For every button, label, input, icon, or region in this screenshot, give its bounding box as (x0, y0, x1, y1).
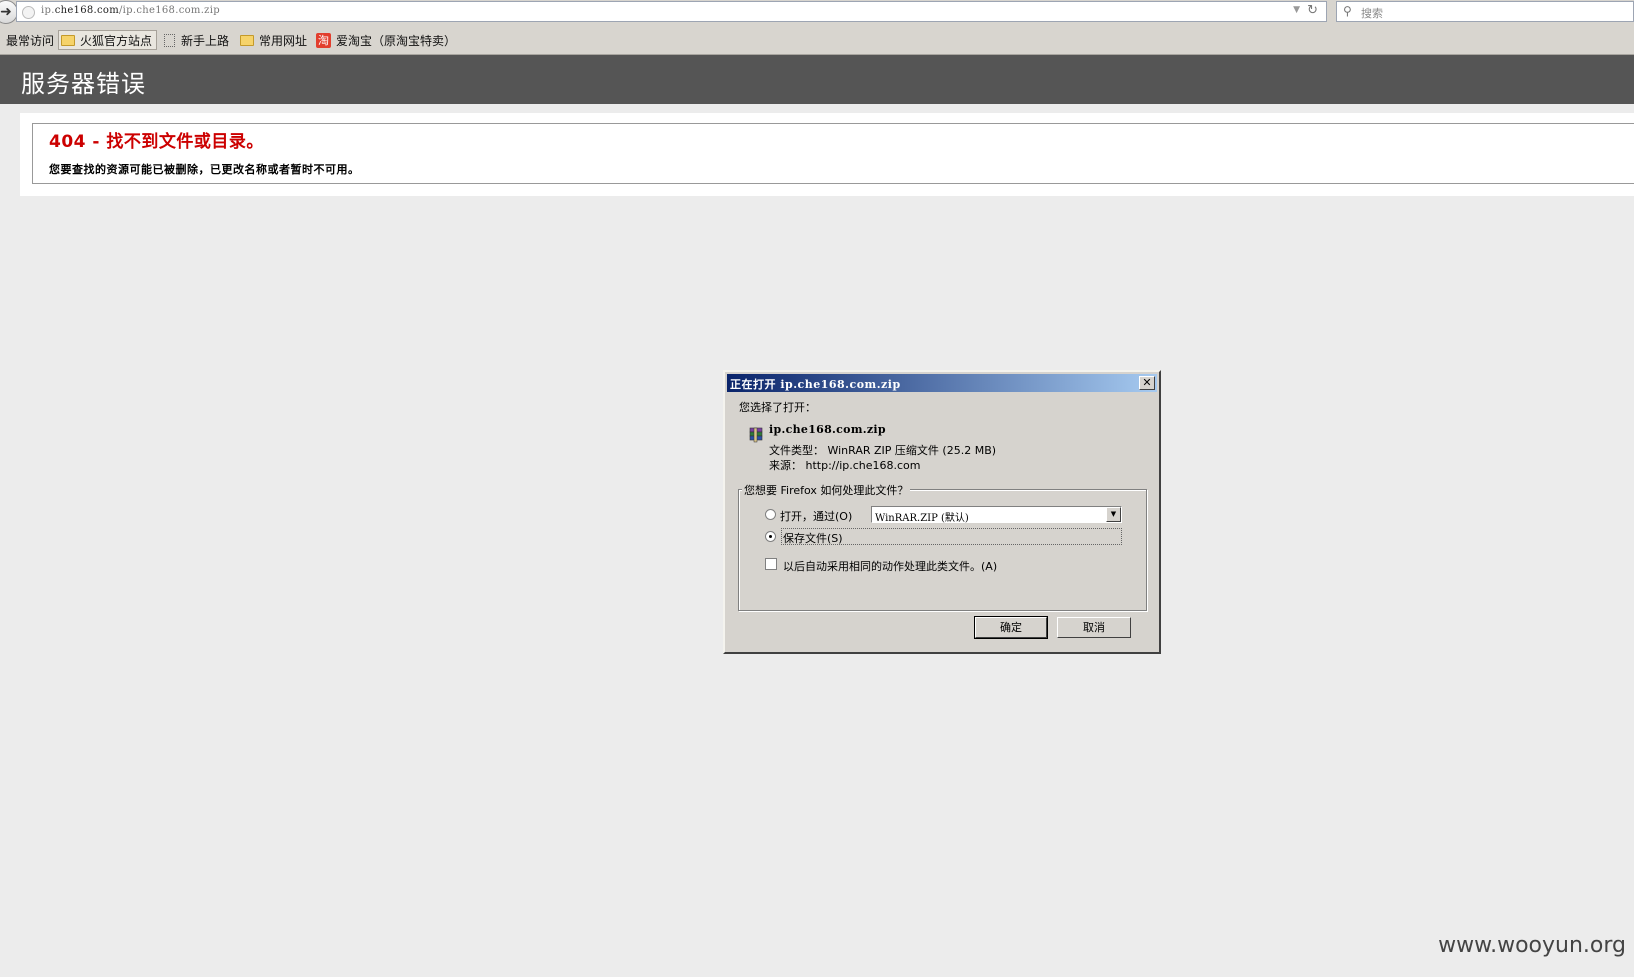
back-arrow-icon: ➜ (0, 4, 12, 20)
taobao-icon: 淘 (316, 32, 331, 48)
dialog-titlebar[interactable]: 正在打开 ip.che168.com.zip ✕ (727, 374, 1157, 392)
error-description: 您要查找的资源可能已被删除，已更改名称或者暂时不可用。 (49, 163, 360, 176)
folder-icon (240, 34, 254, 46)
close-icon: ✕ (1142, 376, 1152, 389)
open-file-dialog: 正在打开 ip.che168.com.zip ✕ 您选择了打开： ip.che1… (723, 370, 1161, 654)
open-with-value: WinRAR.ZIP (默认) (875, 513, 969, 524)
bookmark-label: 火狐官方站点 (80, 33, 153, 48)
site-identity-icon[interactable] (22, 6, 35, 19)
page-header: 服务器错误 (0, 55, 1634, 104)
error-panel: 404 - 找不到文件或目录。 您要查找的资源可能已被删除，已更改名称或者暂时不… (20, 113, 1634, 196)
winrar-archive-icon (749, 427, 763, 443)
close-button[interactable]: ✕ (1139, 376, 1155, 390)
url-text: ip.che168.com/ip.che168.com.zip (41, 5, 220, 16)
error-title: 404 - 找不到文件或目录。 (49, 132, 264, 152)
chevron-down-icon[interactable]: ▼ (1106, 507, 1121, 522)
file-source: 来源： http://ip.che168.com (769, 459, 921, 472)
open-with-radio[interactable] (765, 509, 776, 520)
search-icon[interactable]: ⚲ (1343, 4, 1352, 18)
search-bar[interactable]: ⚲ 搜索 (1336, 1, 1634, 22)
error-fieldset: 404 - 找不到文件或目录。 您要查找的资源可能已被删除，已更改名称或者暂时不… (32, 123, 1634, 184)
bookmark-common-sites[interactable]: 常用网址 (240, 31, 307, 49)
open-with-label[interactable]: 打开，通过(O) (780, 508, 852, 524)
bookmark-label: 爱淘宝（原淘宝特卖） (336, 33, 457, 48)
ok-button[interactable]: 确定 (974, 616, 1048, 639)
page-title: 服务器错误 (21, 70, 146, 98)
save-file-label[interactable]: 保存文件(S) (783, 530, 843, 546)
bookmark-ai-taobao[interactable]: 淘 爱淘宝（原淘宝特卖） (316, 31, 456, 49)
open-with-select[interactable]: WinRAR.ZIP (默认) ▼ (871, 506, 1122, 524)
bookmark-firefox-official[interactable]: 火狐官方站点 (58, 30, 158, 50)
bookmark-label: 最常访问 (6, 33, 55, 48)
reload-icon[interactable]: ↻ (1307, 3, 1318, 18)
auto-action-label[interactable]: 以后自动采用相同的动作处理此类文件。(A) (783, 558, 997, 574)
auto-action-checkbox[interactable] (765, 558, 777, 570)
file-type: 文件类型： WinRAR ZIP 压缩文件 (25.2 MB) (769, 444, 997, 457)
address-bar[interactable]: ip.che168.com/ip.che168.com.zip ▼ ↻ (16, 1, 1327, 22)
navigation-toolbar: ➜ ip.che168.com/ip.che168.com.zip ▼ ↻ ⚲ … (0, 0, 1634, 25)
file-name: ip.che168.com.zip (769, 423, 886, 436)
url-history-dropdown-icon[interactable]: ▼ (1293, 5, 1300, 15)
bookmark-most-visited[interactable]: 最常访问 (6, 31, 54, 49)
save-file-radio[interactable] (765, 531, 776, 542)
search-placeholder: 搜索 (1361, 7, 1383, 20)
watermark-text: www.wooyun.org (1438, 933, 1626, 958)
bookmark-getting-started[interactable]: 新手上路 (164, 31, 229, 49)
bookmarks-toolbar: 最常访问 火狐官方站点 新手上路 常用网址 淘 爱淘宝（原淘宝特卖） (0, 25, 1634, 55)
page-icon (164, 33, 175, 47)
action-group-label: 您想要 Firefox 如何处理此文件？ (742, 482, 911, 498)
dialog-title: 正在打开 ip.che168.com.zip (730, 378, 901, 391)
cancel-button[interactable]: 取消 (1057, 617, 1131, 638)
bookmark-label: 常用网址 (259, 33, 308, 48)
folder-icon (61, 34, 75, 46)
bookmark-label: 新手上路 (181, 33, 230, 48)
chosen-label: 您选择了打开： (739, 401, 816, 414)
